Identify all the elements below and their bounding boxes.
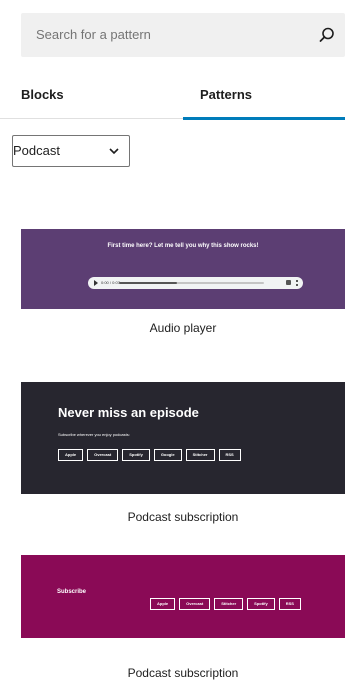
play-icon	[94, 280, 98, 286]
pattern-card-audio-player[interactable]: First time here? Let me tell you why thi…	[21, 229, 345, 359]
tab-patterns-label: Patterns	[200, 87, 253, 102]
pattern-label: Podcast subscription	[127, 510, 239, 524]
preview-button: RSS	[218, 449, 241, 461]
preview-button: RSS	[278, 598, 301, 610]
preview-title: Subscribe	[57, 589, 87, 595]
audio-time: 0:00 / 0:07	[101, 280, 120, 285]
preview-button: Overcast	[87, 449, 119, 461]
preview-button: Apple	[58, 449, 84, 461]
pattern-preview[interactable]: Subscribe Apple Overcast Stitcher Spotif…	[21, 555, 345, 638]
pattern-label: Audio player	[149, 321, 217, 335]
chevron-down-icon	[109, 148, 119, 155]
preview-title: Never miss an episode	[58, 405, 199, 420]
pattern-preview[interactable]: Never miss an episode Subscribe wherever…	[21, 382, 345, 494]
audio-player: 0:00 / 0:07	[88, 277, 303, 289]
audio-track	[119, 282, 264, 284]
more-icon	[296, 280, 298, 286]
volume-icon	[286, 280, 291, 285]
inserter-tabs: Blocks Patterns	[0, 76, 345, 120]
pattern-card-podcast-subscription-magenta[interactable]: Subscribe Apple Overcast Stitcher Spotif…	[21, 555, 345, 685]
preview-button-row: Apple Overcast Stitcher Spotify RSS	[150, 598, 301, 610]
pattern-card-podcast-subscription[interactable]: Never miss an episode Subscribe wherever…	[21, 382, 345, 524]
preview-description: Subscribe wherever you enjoy podcasts:	[58, 432, 130, 437]
preview-button: Overcast	[179, 598, 211, 610]
preview-headline: First time here? Let me tell you why thi…	[107, 243, 259, 249]
pattern-preview[interactable]: First time here? Let me tell you why thi…	[21, 229, 345, 309]
preview-button: Spotify	[122, 449, 150, 461]
pattern-search[interactable]: Search for a pattern	[21, 13, 345, 57]
tab-patterns[interactable]: Patterns	[183, 76, 345, 120]
search-icon[interactable]	[318, 26, 336, 44]
pattern-label: Podcast subscription	[127, 666, 239, 680]
preview-button-row: Apple Overcast Spotify Google Stitcher R…	[58, 449, 241, 461]
audio-track-fill	[119, 282, 177, 284]
preview-button: Apple	[150, 598, 176, 610]
tab-blocks[interactable]: Blocks	[21, 76, 171, 119]
search-placeholder: Search for a pattern	[36, 27, 151, 42]
pattern-category-select[interactable]: Podcast	[12, 135, 130, 167]
tab-blocks-label: Blocks	[21, 87, 64, 102]
preview-button: Google	[153, 449, 182, 461]
preview-button: Stitcher	[214, 598, 244, 610]
select-value: Podcast	[13, 143, 60, 158]
preview-button: Stitcher	[185, 449, 215, 461]
preview-button: Spotify	[247, 598, 275, 610]
